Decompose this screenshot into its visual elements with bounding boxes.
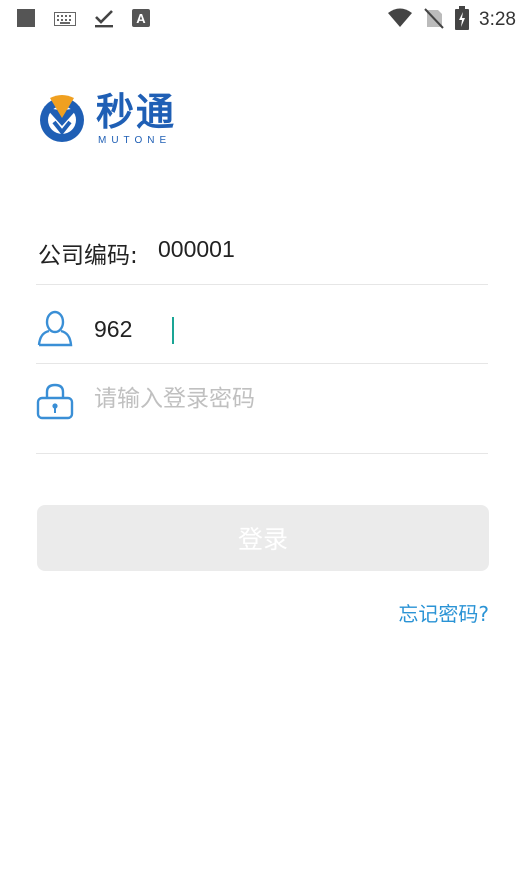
- mutone-logo-icon: [36, 92, 90, 148]
- company-code-label: 公司编码:: [38, 243, 138, 269]
- keyboard-icon: [54, 11, 76, 30]
- status-bar-system: 3:28: [387, 6, 516, 34]
- company-code-value: 000001: [158, 236, 235, 262]
- user-icon: [36, 309, 74, 347]
- logo-name-cn: 秒通: [96, 90, 177, 134]
- wifi-icon: [387, 8, 413, 32]
- login-button[interactable]: 登录: [37, 505, 489, 571]
- username-row[interactable]: [36, 296, 488, 364]
- company-code-row: 公司编码: 000001: [36, 222, 488, 285]
- password-input[interactable]: [94, 386, 474, 412]
- status-bar: A 3:28: [0, 0, 526, 38]
- username-input[interactable]: [94, 316, 474, 343]
- battery-charging-icon: [455, 6, 470, 34]
- lock-icon: [36, 382, 74, 420]
- password-row[interactable]: [36, 364, 488, 454]
- svg-text:A: A: [136, 11, 146, 26]
- status-time: 3:28: [479, 9, 516, 30]
- a-icon: A: [132, 9, 150, 31]
- logo-name-en: MUTONE: [98, 135, 172, 146]
- forgot-password-link[interactable]: 忘记密码?: [398, 598, 489, 627]
- text-caret: [172, 317, 174, 344]
- download-done-icon: [94, 8, 114, 32]
- square-icon: [16, 8, 36, 32]
- no-signal-icon: [423, 7, 445, 33]
- status-bar-notifications: A: [16, 8, 150, 32]
- app-logo: 秒通 MUTONE: [36, 90, 196, 150]
